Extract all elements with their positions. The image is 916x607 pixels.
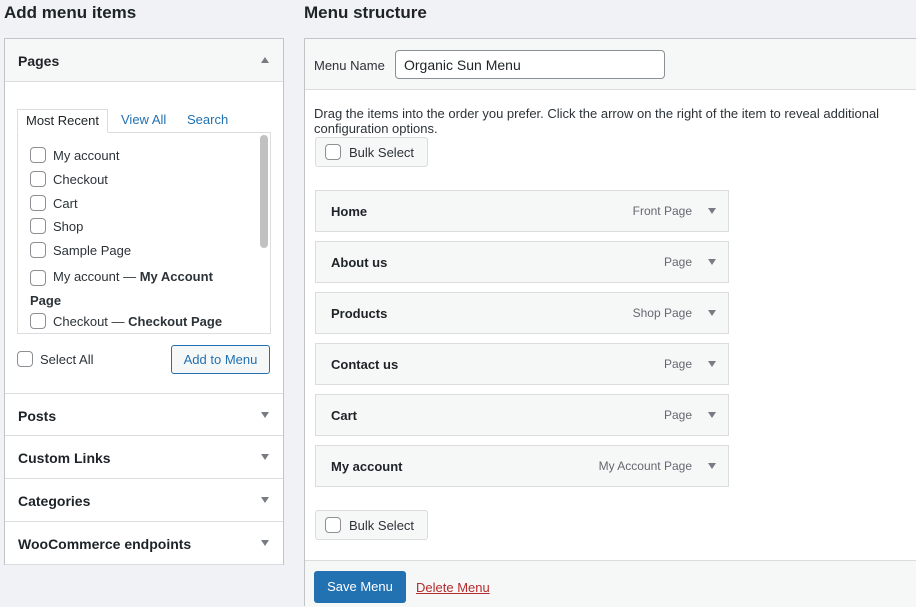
checkbox[interactable]	[30, 171, 46, 187]
pages-list: My account Checkout Cart Shop Sample Pag…	[17, 132, 271, 334]
menu-item-title: Contact us	[331, 357, 399, 372]
section-title: Posts	[18, 408, 57, 424]
checkbox[interactable]	[30, 313, 46, 329]
bulk-select-label: Bulk Select	[349, 144, 415, 160]
checkbox[interactable]	[30, 147, 46, 163]
menu-item-type: Page	[663, 357, 692, 371]
section-title: Categories	[18, 493, 91, 509]
checkbox[interactable]	[30, 269, 46, 286]
list-item[interactable]: My account	[30, 147, 119, 163]
instructions-text: Drag the items into the order you prefer…	[314, 106, 880, 136]
pages-section-header[interactable]: Pages	[5, 39, 283, 82]
menu-item-title: Cart	[331, 408, 358, 423]
menu-name-label: Menu Name	[314, 58, 385, 73]
menu-item-title: Products	[331, 306, 388, 321]
tab-search[interactable]: Search	[179, 109, 236, 133]
item-label: Checkout — Checkout Page	[53, 313, 223, 329]
menu-item-type: Shop Page	[632, 306, 692, 320]
menu-footer: Save Menu Delete Menu	[305, 560, 916, 607]
bulk-select-label: Bulk Select	[349, 517, 415, 533]
custom-links-section-header[interactable]: Custom Links	[5, 436, 283, 479]
tab-most-recent[interactable]: Most Recent	[17, 109, 108, 133]
checkbox[interactable]	[30, 218, 46, 234]
bulk-select-bottom[interactable]: Bulk Select	[315, 510, 428, 540]
menu-header: Menu Name	[305, 39, 916, 90]
menu-item[interactable]: About us Page	[315, 241, 729, 283]
menu-item-title: Home	[331, 204, 368, 219]
expand-arrow-icon[interactable]	[708, 361, 716, 367]
menu-item-type: Front Page	[632, 204, 692, 218]
expand-arrow-icon[interactable]	[708, 463, 716, 469]
expand-arrow-icon[interactable]	[708, 208, 716, 214]
expand-arrow-icon[interactable]	[708, 259, 716, 265]
select-all-label: Select All	[40, 351, 94, 367]
item-label: My account —	[53, 269, 140, 284]
expand-arrow-icon[interactable]	[261, 497, 269, 503]
menu-item[interactable]: My account My Account Page	[315, 445, 729, 487]
expand-arrow-icon[interactable]	[261, 454, 269, 460]
menu-item[interactable]: Products Shop Page	[315, 292, 729, 334]
item-label: Cart	[53, 195, 78, 211]
categories-section-header[interactable]: Categories	[5, 479, 283, 522]
section-title: Custom Links	[18, 450, 111, 466]
menu-item-title: About us	[331, 255, 388, 270]
menu-item[interactable]: Cart Page	[315, 394, 729, 436]
save-menu-button[interactable]: Save Menu	[314, 571, 406, 603]
menu-item-title: My account	[331, 459, 403, 474]
item-label: Sample Page	[53, 242, 132, 258]
menu-item[interactable]: Contact us Page	[315, 343, 729, 385]
list-item[interactable]: My account — My Account Page	[30, 265, 245, 313]
menu-item-type: My Account Page	[598, 459, 692, 473]
list-item[interactable]: Shop	[30, 218, 83, 234]
list-item[interactable]: Checkout — Checkout Page	[30, 313, 222, 329]
posts-section-header[interactable]: Posts	[5, 393, 283, 436]
menu-item-type: Page	[663, 408, 692, 422]
expand-arrow-icon[interactable]	[261, 412, 269, 418]
pages-title: Pages	[18, 53, 60, 69]
section-title: WooCommerce endpoints	[18, 536, 192, 552]
item-label: My account	[53, 147, 120, 163]
menu-name-input[interactable]	[395, 50, 665, 79]
delete-menu-link[interactable]: Delete Menu	[416, 580, 490, 595]
bulk-select-checkbox[interactable]	[325, 144, 341, 160]
tab-view-all[interactable]: View All	[113, 109, 174, 133]
add-to-menu-button[interactable]: Add to Menu	[171, 345, 270, 374]
bulk-select-checkbox[interactable]	[325, 517, 341, 533]
checkbox[interactable]	[30, 242, 46, 258]
list-item[interactable]: Sample Page	[30, 242, 131, 258]
add-menu-items-panel: Pages Most Recent View All Search My acc…	[4, 38, 284, 565]
expand-arrow-icon[interactable]	[261, 540, 269, 546]
checkbox[interactable]	[30, 195, 46, 211]
list-item[interactable]: Checkout	[30, 171, 108, 187]
add-menu-items-heading: Add menu items	[4, 3, 137, 22]
menu-item-type: Page	[663, 255, 692, 269]
woocommerce-endpoints-section-header[interactable]: WooCommerce endpoints	[5, 522, 283, 565]
select-all-checkbox[interactable]	[17, 351, 33, 367]
menu-item[interactable]: Home Front Page	[315, 190, 729, 232]
item-label: Shop	[53, 218, 84, 234]
select-all[interactable]: Select All	[17, 351, 93, 367]
expand-arrow-icon[interactable]	[708, 310, 716, 316]
menu-structure-heading: Menu structure	[304, 3, 427, 22]
list-item[interactable]: Cart	[30, 195, 78, 211]
menu-structure-panel: Menu Name Drag the items into the order …	[304, 38, 916, 607]
bulk-select-top[interactable]: Bulk Select	[315, 137, 428, 167]
item-label: Checkout	[53, 171, 108, 187]
expand-arrow-icon[interactable]	[708, 412, 716, 418]
collapse-arrow-icon[interactable]	[261, 57, 269, 63]
scrollbar[interactable]	[260, 135, 268, 248]
